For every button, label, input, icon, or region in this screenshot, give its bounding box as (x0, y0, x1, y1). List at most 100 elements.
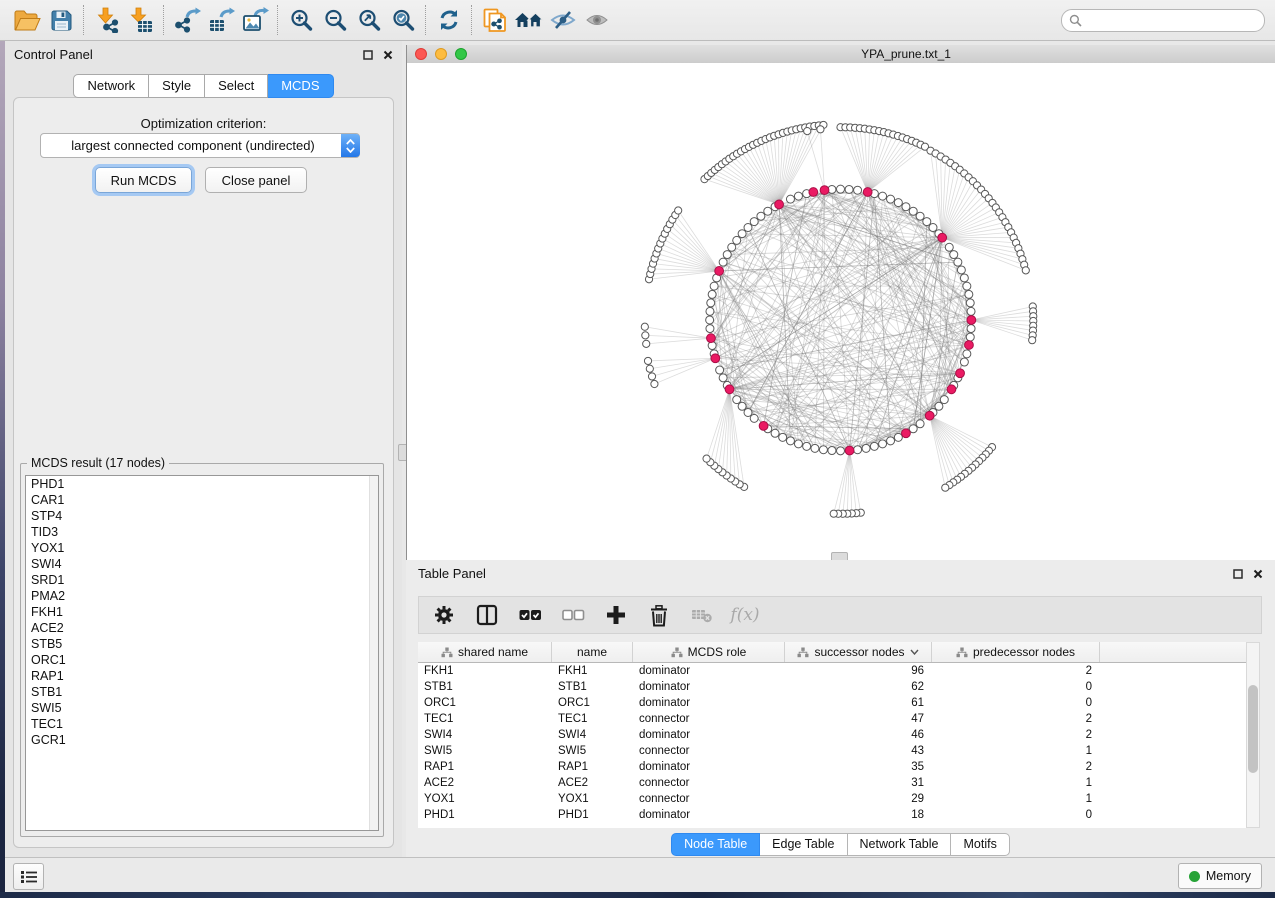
table-scrollbar-thumb[interactable] (1248, 685, 1258, 773)
network-node[interactable] (837, 447, 845, 455)
network-node[interactable] (916, 420, 924, 428)
network-node[interactable] (963, 350, 971, 358)
network-node[interactable] (966, 333, 974, 341)
network-node[interactable] (744, 408, 752, 416)
save-session-icon[interactable] (44, 4, 78, 36)
network-node[interactable] (854, 186, 862, 194)
network-node[interactable] (954, 258, 962, 266)
mcds-result-item[interactable]: SWI5 (26, 700, 378, 716)
mcds-result-item[interactable]: FKH1 (26, 604, 378, 620)
network-node[interactable] (706, 307, 714, 315)
mcds-result-item[interactable]: PHD1 (26, 476, 378, 492)
search-box[interactable] (1061, 9, 1265, 32)
mcds-result-item[interactable]: RAP1 (26, 668, 378, 684)
float-table-panel-icon[interactable] (1232, 568, 1243, 579)
network-hub-node[interactable] (715, 267, 724, 276)
table-row[interactable]: SWI5SWI5connector431 (418, 743, 1246, 759)
network-hub-node[interactable] (925, 411, 934, 420)
network-leaf-node[interactable] (642, 332, 649, 339)
mcds-result-item[interactable]: STP4 (26, 508, 378, 524)
network-leaf-node[interactable] (643, 340, 650, 347)
network-leaf-node[interactable] (804, 128, 811, 135)
network-hub-node[interactable] (938, 233, 947, 242)
network-hub-node[interactable] (775, 200, 784, 209)
mcds-result-item[interactable]: ACE2 (26, 620, 378, 636)
network-hub-node[interactable] (863, 188, 872, 197)
select-all-icon[interactable] (517, 602, 543, 628)
network-node[interactable] (960, 274, 968, 282)
network-node[interactable] (750, 414, 758, 422)
table-row[interactable]: STB1STB1dominator620 (418, 679, 1246, 695)
memory-button[interactable]: Memory (1178, 863, 1262, 889)
column-layout-icon[interactable] (474, 602, 500, 628)
network-hub-node[interactable] (725, 385, 734, 394)
refresh-view-icon[interactable] (432, 4, 466, 36)
tab-select[interactable]: Select (205, 74, 268, 98)
network-leaf-node[interactable] (646, 365, 653, 372)
mcds-result-item[interactable]: YOX1 (26, 540, 378, 556)
tab-network-table[interactable]: Network Table (848, 833, 952, 856)
mcds-result-item[interactable]: CAR1 (26, 492, 378, 508)
window-minimize-button[interactable] (435, 48, 447, 60)
tab-style[interactable]: Style (149, 74, 205, 98)
export-image-icon[interactable] (238, 4, 272, 36)
window-close-button[interactable] (415, 48, 427, 60)
network-node[interactable] (794, 192, 802, 200)
network-node[interactable] (750, 218, 758, 226)
network-node[interactable] (828, 447, 836, 455)
network-node[interactable] (803, 442, 811, 450)
close-panel-button[interactable]: Close panel (205, 167, 307, 193)
table-row[interactable]: PHD1PHD1dominator180 (418, 807, 1246, 823)
network-leaf-node[interactable] (675, 207, 682, 214)
network-node[interactable] (957, 266, 965, 274)
network-node[interactable] (733, 236, 741, 244)
tab-edge-table[interactable]: Edge Table (760, 833, 847, 856)
mcds-result-item[interactable]: SWI4 (26, 556, 378, 572)
table-row[interactable]: ORC1ORC1dominator610 (418, 695, 1246, 711)
network-hub-node[interactable] (707, 334, 716, 343)
mcds-result-item[interactable]: GCR1 (26, 732, 378, 748)
import-table-icon[interactable] (124, 4, 158, 36)
network-node[interactable] (708, 290, 716, 298)
add-row-icon[interactable] (603, 602, 629, 628)
network-leaf-node[interactable] (830, 510, 837, 517)
network-node[interactable] (757, 212, 765, 220)
table-row[interactable]: SWI4SWI4dominator462 (418, 727, 1246, 743)
network-leaf-node[interactable] (651, 380, 658, 387)
first-neighbors-icon[interactable] (512, 4, 546, 36)
network-node[interactable] (945, 243, 953, 251)
network-node[interactable] (706, 316, 714, 324)
network-leaf-node[interactable] (1022, 267, 1029, 274)
float-panel-icon[interactable] (362, 49, 373, 60)
tab-mcds[interactable]: MCDS (268, 74, 333, 98)
delete-row-icon[interactable] (646, 602, 672, 628)
open-file-icon[interactable] (10, 4, 44, 36)
table-row[interactable]: YOX1YOX1connector291 (418, 791, 1246, 807)
network-node[interactable] (779, 433, 787, 441)
network-canvas[interactable] (406, 63, 1275, 560)
network-node[interactable] (960, 358, 968, 366)
network-hub-node[interactable] (809, 188, 818, 197)
mcds-result-item[interactable]: PMA2 (26, 588, 378, 604)
network-node[interactable] (738, 230, 746, 238)
network-node[interactable] (965, 290, 973, 298)
criterion-select[interactable]: largest connected component (undirected) (40, 133, 360, 158)
network-node[interactable] (854, 446, 862, 454)
network-node[interactable] (879, 192, 887, 200)
table-scrollbar[interactable] (1246, 642, 1260, 828)
table-row[interactable]: FKH1FKH1dominator962 (418, 663, 1246, 679)
network-node[interactable] (967, 307, 975, 315)
network-leaf-node[interactable] (1029, 337, 1036, 344)
network-node[interactable] (894, 199, 902, 207)
list-scrollbar-track[interactable] (369, 476, 378, 830)
network-hub-node[interactable] (711, 354, 720, 363)
tab-node-table[interactable]: Node Table (671, 833, 760, 856)
network-node[interactable] (966, 299, 974, 307)
hide-selected-icon[interactable] (546, 4, 580, 36)
network-node[interactable] (923, 218, 931, 226)
export-network-icon[interactable] (170, 4, 204, 36)
table-row[interactable]: ACE2ACE2connector311 (418, 775, 1246, 791)
network-node[interactable] (862, 444, 870, 452)
network-node[interactable] (710, 282, 718, 290)
network-node[interactable] (723, 251, 731, 259)
